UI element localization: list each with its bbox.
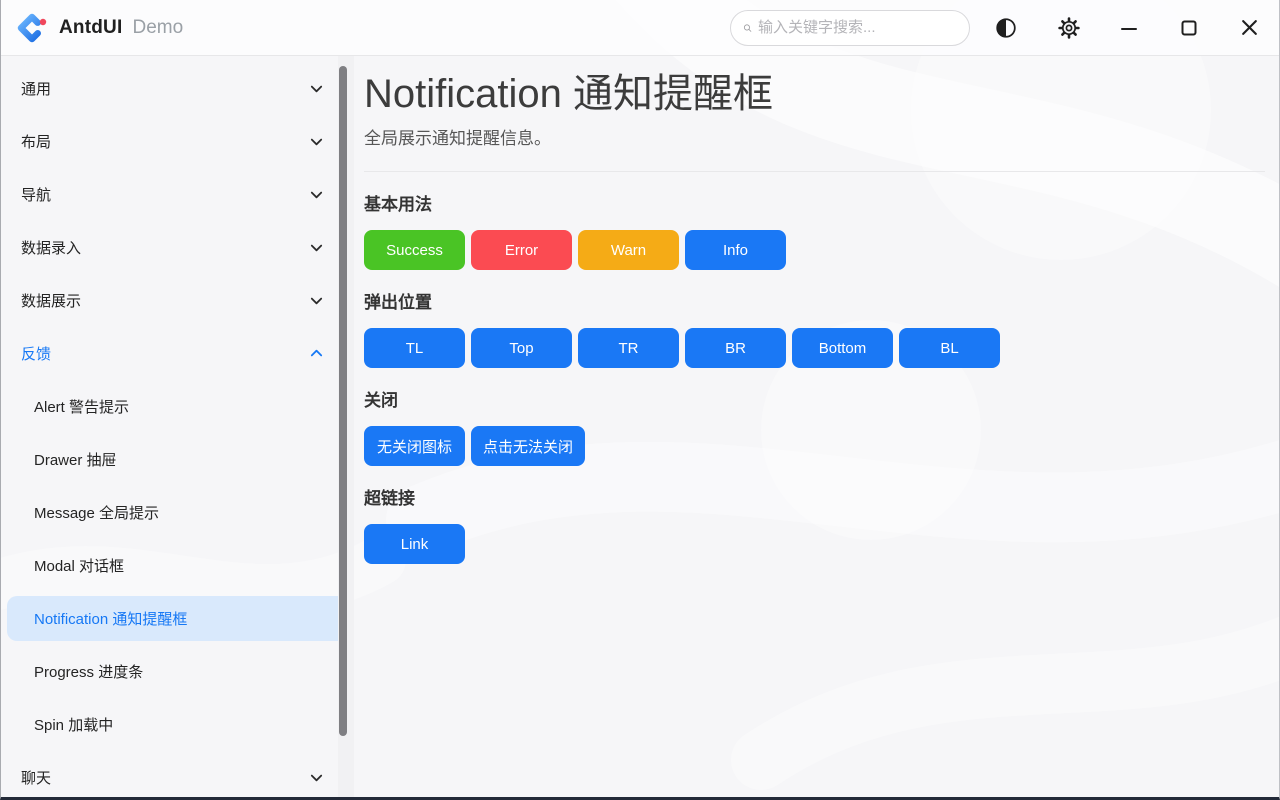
half-circle-theme-icon	[995, 17, 1017, 39]
sidebar-item-navigation[interactable]: 导航	[1, 168, 354, 221]
section-heading-close: 关闭	[364, 386, 1265, 411]
search-input[interactable]	[758, 19, 957, 36]
logo-red-dot	[40, 18, 46, 24]
app-body: 通用 布局 导航 数据录入	[1, 56, 1279, 800]
page-subtitle: 全局展示通知提醒信息。	[364, 124, 1265, 149]
chevron-down-icon	[309, 134, 324, 149]
page-title: Notification 通知提醒框	[364, 70, 1265, 118]
chevron-up-icon	[309, 346, 324, 361]
button-row-hyperlink: Link	[364, 524, 1265, 564]
section-heading-hyperlink: 超链接	[364, 484, 1265, 509]
sidebar: 通用 布局 导航 数据录入	[1, 56, 354, 800]
sidebar-item-data-entry[interactable]: 数据录入	[1, 221, 354, 274]
demo-button-cannot-click-close[interactable]: 点击无法关闭	[471, 426, 585, 466]
button-row-basic-usage: Success Error Warn Info	[364, 230, 1265, 270]
close-icon	[1240, 18, 1259, 37]
section-heading-basic-usage: 基本用法	[364, 190, 1265, 215]
demo-button-bl[interactable]: BL	[899, 328, 1000, 368]
demo-button-warn[interactable]: Warn	[578, 230, 679, 270]
sidebar-scrollbar-track[interactable]	[338, 56, 354, 800]
app-window: AntdUI Demo	[0, 0, 1280, 800]
sidebar-item-general[interactable]: 通用	[1, 62, 354, 115]
sidebar-item-drawer[interactable]: Drawer 抽屉	[1, 433, 354, 486]
sidebar-item-modal[interactable]: Modal 对话框	[1, 539, 354, 592]
chevron-down-icon	[309, 293, 324, 308]
sidebar-item-message[interactable]: Message 全局提示	[1, 486, 354, 539]
sidebar-scrollbar-thumb[interactable]	[339, 66, 347, 736]
demo-button-br[interactable]: BR	[685, 328, 786, 368]
sidebar-item-layout[interactable]: 布局	[1, 115, 354, 168]
theme-toggle-button[interactable]	[986, 8, 1026, 48]
search-icon	[743, 20, 752, 36]
sidebar-item-spin[interactable]: Spin 加载中	[1, 698, 354, 751]
chevron-down-icon	[309, 81, 324, 96]
demo-button-tr[interactable]: TR	[578, 328, 679, 368]
antdui-logo-icon	[17, 13, 47, 43]
maximize-button[interactable]	[1169, 8, 1209, 48]
sidebar-item-feedback[interactable]: 反馈	[1, 327, 354, 380]
main-content: Notification 通知提醒框 全局展示通知提醒信息。 基本用法 Succ…	[354, 56, 1279, 800]
demo-button-error[interactable]: Error	[471, 230, 572, 270]
minimize-button[interactable]	[1109, 8, 1149, 48]
demo-button-top[interactable]: Top	[471, 328, 572, 368]
chevron-down-icon	[309, 187, 324, 202]
demo-button-bottom[interactable]: Bottom	[792, 328, 893, 368]
demo-button-tl[interactable]: TL	[364, 328, 465, 368]
sidebar-item-data-display[interactable]: 数据展示	[1, 274, 354, 327]
sidebar-item-progress[interactable]: Progress 进度条	[1, 645, 354, 698]
demo-button-link[interactable]: Link	[364, 524, 465, 564]
demo-button-no-close-icon[interactable]: 无关闭图标	[364, 426, 465, 466]
app-brand: AntdUI Demo	[17, 13, 183, 43]
chevron-down-icon	[309, 240, 324, 255]
sidebar-item-chat[interactable]: 聊天	[1, 751, 354, 800]
minimize-icon	[1120, 19, 1138, 37]
gear-icon	[1057, 16, 1081, 40]
button-row-popup-position: TL Top TR BR Bottom BL	[364, 328, 1265, 368]
app-title: AntdUI	[59, 17, 122, 39]
sidebar-item-notification[interactable]: Notification 通知提醒框	[7, 596, 353, 641]
sidebar-item-alert[interactable]: Alert 警告提示	[1, 380, 354, 433]
close-button[interactable]	[1229, 8, 1269, 48]
demo-button-info[interactable]: Info	[685, 230, 786, 270]
search-box[interactable]	[730, 10, 970, 46]
demo-button-success[interactable]: Success	[364, 230, 465, 270]
app-title-suffix: Demo	[132, 17, 183, 39]
settings-button[interactable]	[1049, 8, 1089, 48]
titlebar: AntdUI Demo	[1, 0, 1279, 56]
maximize-icon	[1180, 19, 1198, 37]
section-heading-popup-position: 弹出位置	[364, 288, 1265, 313]
content-divider	[364, 171, 1265, 172]
chevron-down-icon	[309, 770, 324, 785]
button-row-close: 无关闭图标 点击无法关闭	[364, 426, 1265, 466]
